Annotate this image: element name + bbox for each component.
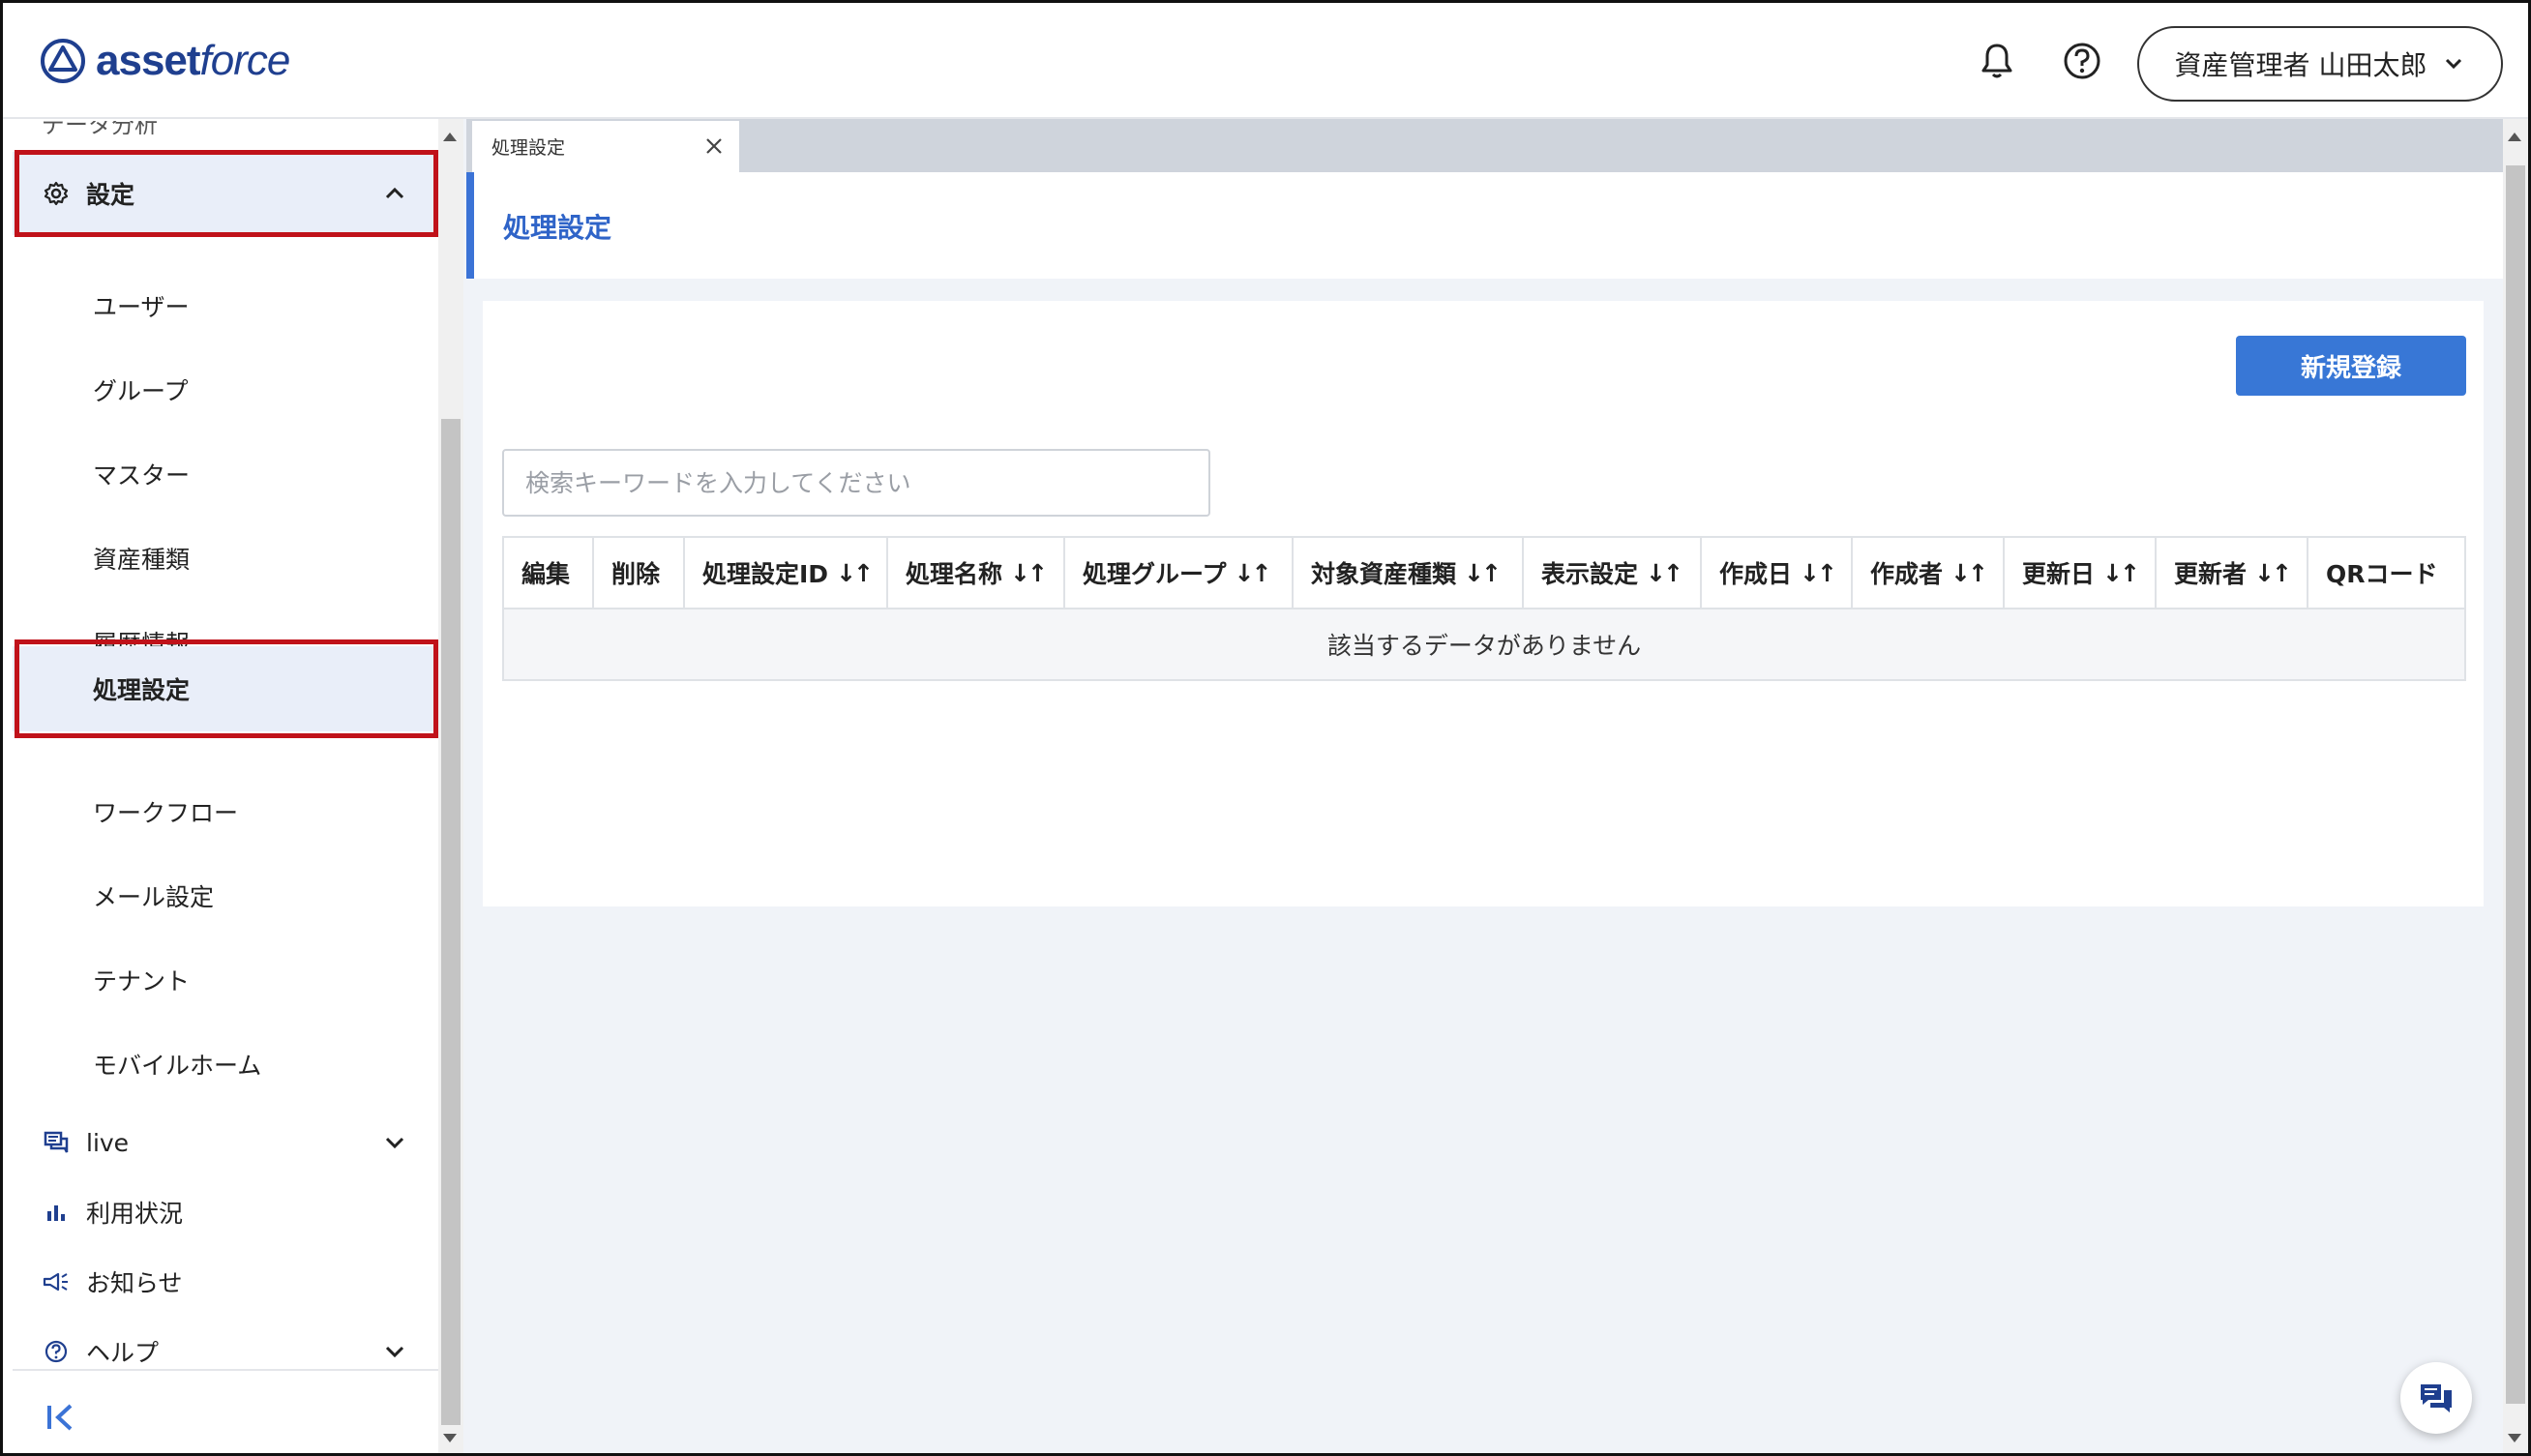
sidebar-subitem-master[interactable]: マスター (13, 432, 438, 516)
chat-icon (42, 1128, 71, 1157)
new-register-button[interactable]: 新規登録 (2236, 336, 2466, 396)
sidebar: データ分析 設定 ユーザー グループ マスター 資産種類 履歴情報 処理設定 ワ… (13, 119, 438, 1453)
column-header-process-name[interactable]: 処理名称 ↓↑ (888, 538, 1065, 608)
chevron-down-icon (2446, 58, 2462, 70)
sidebar-subitem-users[interactable]: ユーザー (13, 264, 438, 347)
sort-icon[interactable]: ↓↑ (1646, 559, 1683, 587)
scroll-up-arrow-icon[interactable] (2508, 133, 2521, 141)
column-header-process-group[interactable]: 処理グループ ↓↑ (1065, 538, 1294, 608)
sidebar-subitem-mail-settings[interactable]: メール設定 (13, 854, 438, 937)
close-icon[interactable] (702, 134, 726, 158)
sort-icon[interactable]: ↓↑ (1800, 559, 1837, 587)
sidebar-scrollbar[interactable] (438, 119, 463, 1453)
sidebar-item-help[interactable]: ヘルプ (13, 1317, 438, 1386)
sort-icon[interactable]: ↓↑ (1464, 559, 1502, 587)
column-header-target-asset-type[interactable]: 対象資産種類 ↓↑ (1294, 538, 1524, 608)
scroll-up-arrow-icon[interactable] (443, 133, 457, 141)
column-header-updated-by[interactable]: 更新者 ↓↑ (2157, 538, 2308, 608)
sidebar-item-notices[interactable]: お知らせ (13, 1247, 438, 1317)
column-header-updated-date[interactable]: 更新日 ↓↑ (2005, 538, 2157, 608)
sort-icon[interactable]: ↓↑ (1010, 559, 1048, 587)
help-icon[interactable] (2058, 37, 2106, 85)
top-header: assetforce 資産管理者 山田太郎 (3, 3, 2528, 119)
tab-strip: 処理設定 (466, 119, 2503, 172)
sidebar-item-help-label: ヘルプ (86, 1339, 160, 1367)
content-card: 新規登録 編集 削除 処理設定ID↓↑ 処理名称↓↑ 処理グループ↓↑ 対象資産… (483, 301, 2484, 906)
collapse-sidebar-icon[interactable] (42, 1398, 80, 1437)
sort-icon[interactable]: ↓↑ (2254, 559, 2292, 587)
column-header-delete: 削除 (594, 538, 685, 608)
logo-text: assetforce (96, 37, 290, 84)
logo-icon (41, 39, 85, 83)
app-window: assetforce 資産管理者 山田太郎 データ分析 設定 ユーザー グループ… (0, 0, 2531, 1456)
empty-table-message: 該当するデータがありません (504, 609, 2464, 679)
page-title: 処理設定 (503, 212, 612, 244)
user-name: 資産管理者 山田太郎 (2174, 49, 2427, 81)
highlight-process-settings (15, 639, 438, 738)
sidebar-divider (13, 1369, 438, 1371)
scroll-down-arrow-icon[interactable] (443, 1434, 457, 1442)
help-circle-icon (42, 1337, 71, 1366)
sidebar-item-data-analysis[interactable]: データ分析 (42, 121, 158, 134)
sidebar-subitem-workflow[interactable]: ワークフロー (13, 770, 438, 853)
column-header-created-date[interactable]: 作成日 ↓↑ (1702, 538, 1853, 608)
chat-support-button[interactable] (2400, 1362, 2472, 1434)
column-header-qr-code: QRコード (2326, 560, 2438, 588)
sort-icon[interactable]: ↓↑ (1235, 559, 1272, 587)
column-header-process-id[interactable]: 処理設定ID ↓↑ (685, 538, 888, 608)
sort-icon[interactable]: ↓↑ (1950, 559, 1988, 587)
main-scrollbar[interactable] (2503, 119, 2528, 1453)
sidebar-subitem-asset-types[interactable]: 資産種類 (13, 517, 438, 600)
sidebar-item-notices-label: お知らせ (86, 1269, 183, 1297)
sidebar-item-usage-label: 利用状況 (86, 1200, 184, 1228)
page-header: 処理設定 (466, 172, 2503, 279)
sort-icon[interactable]: ↓↑ (836, 559, 874, 587)
table-header: 編集 削除 処理設定ID ↓↑ 処理名称 ↓↑ 処理グループ ↓↑ 対象資産種類 ↓↑ … (504, 538, 2464, 609)
search-input[interactable] (502, 449, 1210, 517)
user-menu-button[interactable]: 資産管理者 山田太郎 (2137, 26, 2503, 102)
column-header-created-by[interactable]: 作成者 ↓↑ (1853, 538, 2005, 608)
bar-chart-icon (42, 1198, 71, 1227)
sort-icon[interactable]: ↓↑ (2102, 559, 2140, 587)
data-table: 編集 削除 処理設定ID ↓↑ 処理名称 ↓↑ 処理グループ ↓↑ 対象資産種類 ↓↑ … (502, 536, 2466, 681)
highlight-settings (15, 150, 438, 237)
sidebar-scrollbar-thumb[interactable] (441, 419, 461, 1425)
chevron-down-icon (385, 1346, 404, 1358)
chat-icon (2421, 1384, 2452, 1412)
sidebar-subitem-groups[interactable]: グループ (13, 348, 438, 431)
sidebar-subitem-mobile-home[interactable]: モバイルホーム (13, 1023, 438, 1106)
logo[interactable]: assetforce (40, 32, 290, 90)
sidebar-item-live-label: live (86, 1128, 130, 1157)
column-header-display-settings[interactable]: 表示設定 ↓↑ (1524, 538, 1702, 608)
bell-icon[interactable] (1973, 37, 2021, 85)
scroll-down-arrow-icon[interactable] (2508, 1434, 2521, 1442)
chevron-down-icon (385, 1137, 404, 1149)
tab-label: 処理設定 (491, 137, 566, 159)
sidebar-item-usage[interactable]: 利用状況 (13, 1177, 438, 1247)
column-header-edit: 編集 (504, 538, 594, 608)
sidebar-subitem-tenant[interactable]: テナント (13, 938, 438, 1022)
tab-process-settings[interactable]: 処理設定 (472, 121, 739, 172)
main-scrollbar-thumb[interactable] (2506, 165, 2525, 1404)
main-content: 処理設定 処理設定 新規登録 編集 削除 処理設定ID↓↑ 処理名称↓↑ 処理グ… (463, 119, 2503, 1453)
sidebar-item-live[interactable]: live (13, 1108, 438, 1177)
megaphone-icon (42, 1267, 71, 1296)
